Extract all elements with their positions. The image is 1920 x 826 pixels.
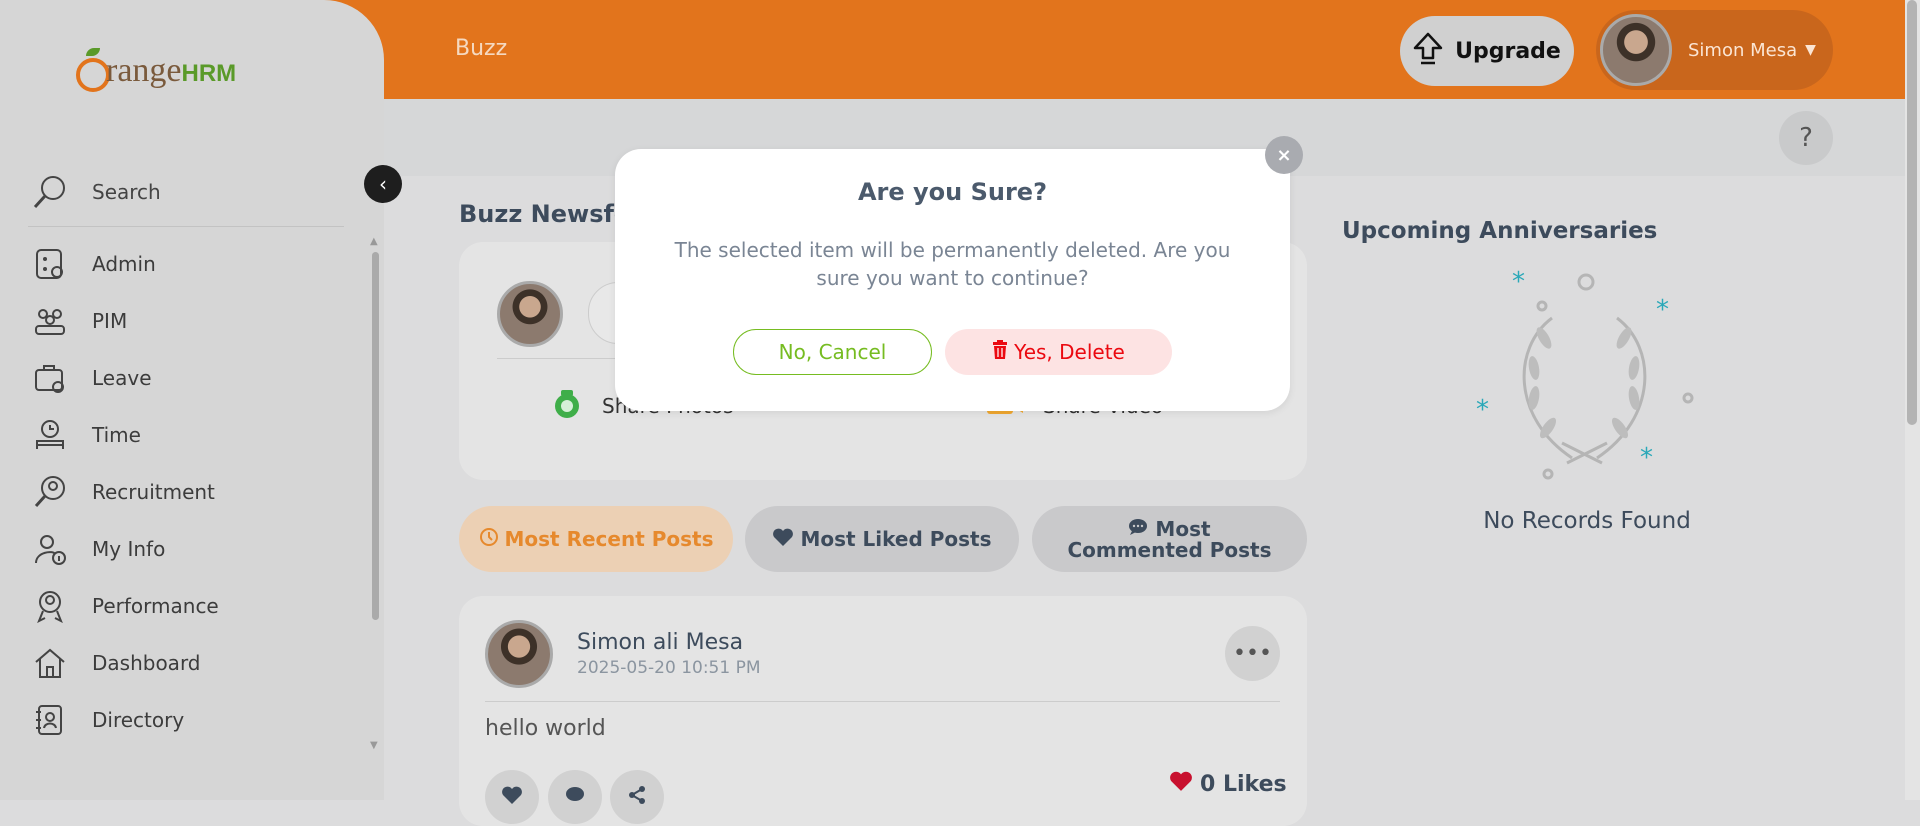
- logo-text: rangeHRM: [106, 52, 237, 89]
- sidebar-item-label: PIM: [92, 309, 128, 333]
- heart-filled-icon: [1168, 770, 1194, 798]
- time-icon: [32, 417, 68, 453]
- heart-icon: [772, 527, 794, 551]
- page-title: Buzz: [455, 36, 508, 61]
- sidebar-item-label: Dashboard: [92, 651, 201, 675]
- tab-most-commented-posts[interactable]: Most Commented Posts: [1032, 506, 1307, 572]
- tab-label: Most Liked Posts: [800, 526, 992, 551]
- dialog-message: The selected item will be permanently de…: [674, 238, 1231, 290]
- cancel-label: No, Cancel: [778, 340, 887, 364]
- pim-icon: [32, 303, 68, 339]
- orange-logo-icon: [76, 58, 110, 92]
- user-avatar: [1600, 14, 1672, 86]
- delete-label: Yes, Delete: [1014, 340, 1125, 364]
- divider: [28, 226, 344, 227]
- laurel-wreath-icon: * * * *: [1472, 267, 1697, 488]
- performance-icon: [32, 588, 68, 624]
- heart-icon: [501, 785, 523, 810]
- sidebar-scrollbar-thumb[interactable]: [372, 252, 379, 620]
- sidebar-item-directory[interactable]: Directory: [32, 696, 352, 744]
- sidebar-item-leave[interactable]: Leave: [32, 354, 352, 402]
- share-icon: [627, 785, 647, 810]
- scroll-down-arrow-icon[interactable]: ▼: [370, 740, 378, 751]
- divider: [485, 701, 1280, 702]
- post-likes-count: 0 Likes: [1168, 770, 1287, 798]
- search-icon: [32, 174, 68, 210]
- page-scrollbar-thumb[interactable]: [1907, 0, 1917, 425]
- sidebar-item-label: My Info: [92, 537, 166, 561]
- post-body: hello world: [485, 716, 606, 741]
- leave-icon: [32, 360, 68, 396]
- tab-most-liked-posts[interactable]: Most Liked Posts: [745, 506, 1019, 572]
- recruitment-icon: [32, 474, 68, 510]
- sidebar-item-label: Recruitment: [92, 480, 215, 504]
- sidebar-item-label: Admin: [92, 252, 156, 276]
- clock-icon: [479, 527, 499, 551]
- svg-text:*: *: [1476, 395, 1489, 425]
- orangehrm-logo[interactable]: rangeHRM: [74, 46, 254, 102]
- tab-most-recent-posts[interactable]: Most Recent Posts: [459, 506, 733, 572]
- user-name: Simon Mesa: [1688, 39, 1798, 61]
- svg-text:*: *: [1640, 443, 1653, 473]
- photo-icon: [550, 387, 584, 426]
- upgrade-button[interactable]: Upgrade: [1400, 16, 1574, 86]
- post-timestamp: 2025-05-20 10:51 PM: [577, 658, 761, 678]
- leaf-icon: [86, 48, 100, 56]
- tab-label: Most Recent Posts: [504, 526, 714, 551]
- upgrade-arrow-icon: [1413, 32, 1443, 70]
- no-records-text: No Records Found: [1483, 508, 1691, 534]
- likes-label: 0 Likes: [1200, 771, 1287, 797]
- svg-text:*: *: [1512, 268, 1525, 297]
- sidebar-item-recruitment[interactable]: Recruitment: [32, 468, 352, 516]
- yes-delete-button[interactable]: Yes, Delete: [945, 329, 1172, 375]
- sidebar-item-pim[interactable]: PIM: [32, 297, 352, 345]
- sidebar-item-label: Performance: [92, 594, 219, 618]
- comment-button[interactable]: [548, 770, 602, 824]
- directory-icon: [32, 702, 68, 738]
- post-author: Simon ali Mesa: [577, 630, 744, 655]
- more-horizontal-icon: •••: [1233, 641, 1272, 666]
- anniversaries-title: Upcoming Anniversaries: [1342, 218, 1658, 244]
- svg-text:*: *: [1656, 295, 1669, 325]
- user-menu[interactable]: Simon Mesa ▼: [1596, 10, 1833, 90]
- collapse-sidebar-button[interactable]: ‹: [364, 165, 402, 203]
- dialog-title: Are you Sure?: [857, 178, 1048, 206]
- composer-avatar: [497, 281, 563, 347]
- scroll-up-arrow-icon[interactable]: ▲: [370, 236, 378, 247]
- trash-icon: [992, 340, 1008, 364]
- sidebar-item-admin[interactable]: Admin: [32, 240, 352, 288]
- sidebar-item-label: Leave: [92, 366, 152, 390]
- tab-label: Most Commented Posts: [1067, 516, 1272, 562]
- sidebar-item-label: Time: [92, 423, 141, 447]
- sidebar-item-my-info[interactable]: My Info: [32, 525, 352, 573]
- comment-icon: [565, 785, 585, 809]
- post-options-button[interactable]: •••: [1225, 626, 1280, 681]
- close-icon: ×: [1276, 144, 1292, 166]
- close-dialog-button[interactable]: ×: [1265, 136, 1303, 174]
- admin-icon: [32, 246, 68, 282]
- sidebar-item-time[interactable]: Time: [32, 411, 352, 459]
- no-cancel-button[interactable]: No, Cancel: [733, 329, 932, 375]
- chevron-left-icon: ‹: [379, 172, 387, 196]
- like-button[interactable]: [485, 770, 539, 824]
- caret-down-icon: ▼: [1805, 42, 1816, 58]
- upgrade-label: Upgrade: [1455, 38, 1561, 64]
- sidebar-search[interactable]: Search: [32, 164, 342, 220]
- my-info-icon: [32, 531, 68, 567]
- search-label: Search: [92, 180, 161, 204]
- post-author-avatar: [485, 620, 553, 688]
- sidebar-item-performance[interactable]: Performance: [32, 582, 352, 630]
- help-button[interactable]: ?: [1779, 111, 1833, 165]
- share-button[interactable]: [610, 770, 664, 824]
- dashboard-icon: [32, 645, 68, 681]
- sidebar-item-label: Directory: [92, 708, 185, 732]
- sidebar-item-dashboard[interactable]: Dashboard: [32, 639, 352, 687]
